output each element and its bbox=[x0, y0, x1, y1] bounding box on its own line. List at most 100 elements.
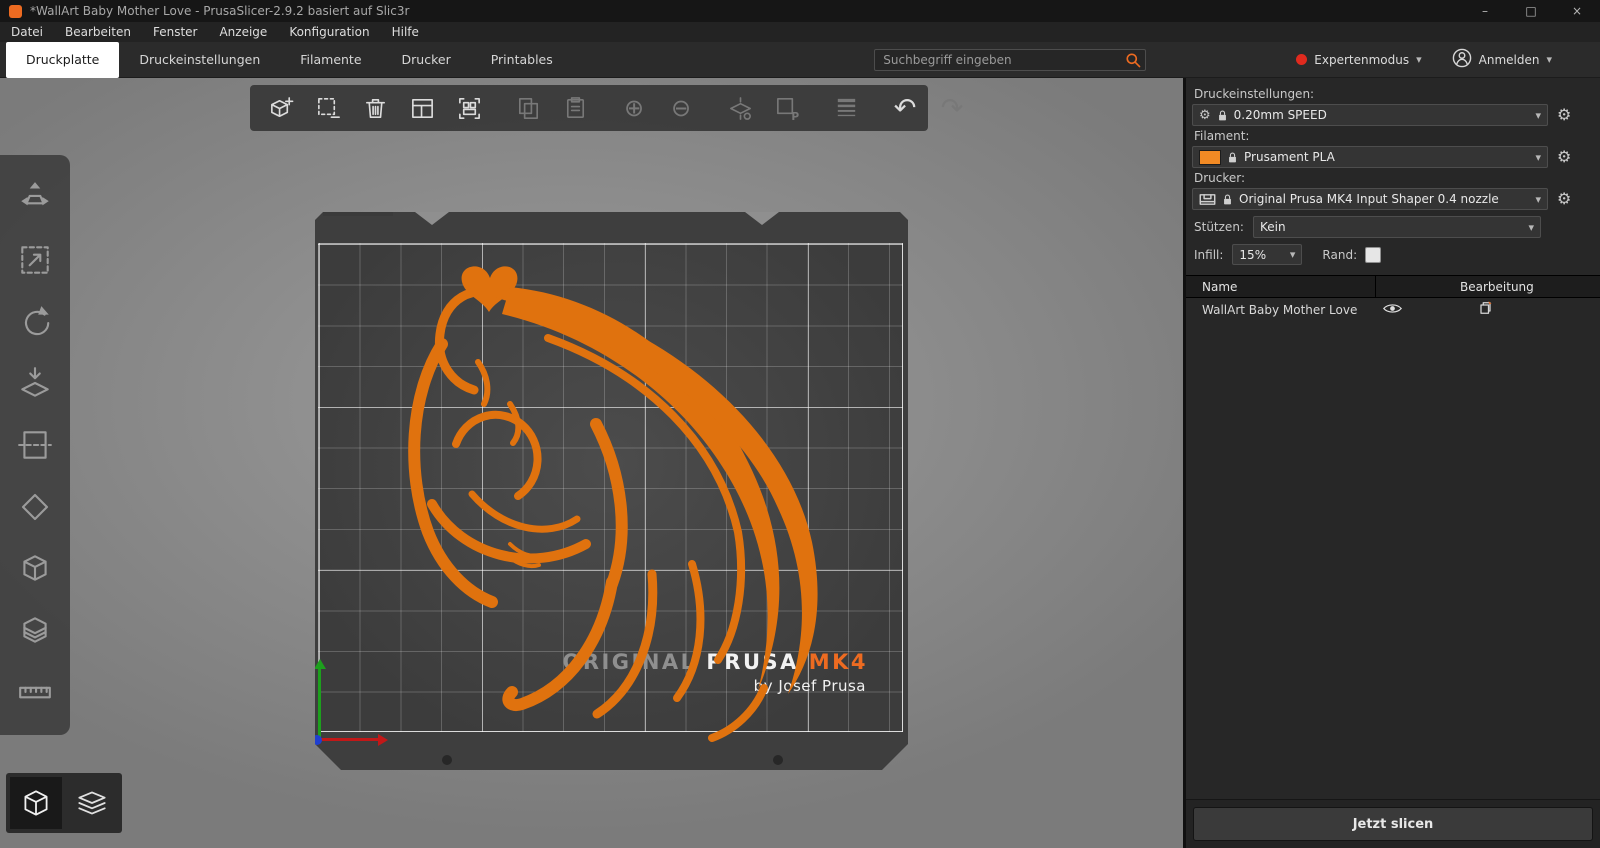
bed-screw-hole bbox=[442, 755, 452, 765]
redo-icon[interactable]: ↷ bbox=[937, 93, 967, 123]
lock-icon bbox=[1217, 109, 1228, 122]
delete-all-icon[interactable] bbox=[313, 93, 343, 123]
menu-item-hilfe[interactable]: Hilfe bbox=[381, 22, 430, 42]
mode-selector[interactable]: Expertenmodus ▾ bbox=[1296, 53, 1421, 67]
brim-label: Rand: bbox=[1322, 248, 1357, 262]
viewport-3d[interactable]: ⊕ ⊖ P ↶ ↷ bbox=[0, 78, 1183, 848]
login-label: Anmelden bbox=[1479, 53, 1540, 67]
view-mode-switch bbox=[6, 773, 122, 833]
split-objects-icon[interactable] bbox=[725, 93, 755, 123]
tab-filamente[interactable]: Filamente bbox=[280, 42, 381, 78]
chevron-down-icon: ▾ bbox=[1290, 248, 1296, 261]
menu-item-bearbeiten[interactable]: Bearbeiten bbox=[54, 22, 142, 42]
add-object-icon[interactable] bbox=[266, 93, 296, 123]
left-toolbar bbox=[0, 155, 70, 735]
expert-mode-dot-icon bbox=[1296, 54, 1307, 65]
scale-tool-icon[interactable] bbox=[15, 240, 55, 280]
rotate-tool-icon[interactable] bbox=[15, 301, 55, 341]
print-settings-preset-icon: ⚙ bbox=[1199, 109, 1211, 122]
prusaslicer-window: *WallArt Baby Mother Love - PrusaSlicer-… bbox=[0, 0, 1600, 848]
chevron-down-icon: ▾ bbox=[1535, 193, 1541, 206]
add-instance-icon[interactable]: ⊕ bbox=[619, 93, 649, 123]
cut-tool-icon[interactable] bbox=[15, 425, 55, 465]
printer-gear-button[interactable]: ⚙ bbox=[1557, 191, 1571, 207]
print-settings-combo[interactable]: ⚙ 0.20mm SPEED ▾ bbox=[1192, 104, 1548, 126]
paste-icon[interactable] bbox=[560, 93, 590, 123]
infill-label: Infill: bbox=[1194, 248, 1223, 262]
search-input[interactable] bbox=[874, 49, 1146, 71]
menu-item-datei[interactable]: Datei bbox=[0, 22, 54, 42]
delete-icon[interactable] bbox=[360, 93, 390, 123]
object-list-header: Name Bearbeitung bbox=[1186, 275, 1600, 298]
menu-item-anzeige[interactable]: Anzeige bbox=[208, 22, 278, 42]
print-settings-gear-button[interactable]: ⚙ bbox=[1557, 107, 1571, 123]
arrange-selection-icon[interactable] bbox=[454, 93, 484, 123]
lock-icon bbox=[1227, 151, 1238, 164]
chevron-down-icon: ▾ bbox=[1546, 53, 1552, 66]
close-button[interactable]: × bbox=[1554, 0, 1600, 22]
chevron-down-icon: ▾ bbox=[1535, 151, 1541, 164]
printer-label: Drucker: bbox=[1194, 171, 1592, 185]
arrange-icon[interactable] bbox=[407, 93, 437, 123]
tab-drucker[interactable]: Drucker bbox=[382, 42, 471, 78]
tab-druckplatte[interactable]: Druckplatte bbox=[6, 42, 119, 78]
place-on-face-tool-icon[interactable] bbox=[15, 363, 55, 403]
maximize-button[interactable]: □ bbox=[1508, 0, 1554, 22]
supports-label: Stützen: bbox=[1194, 220, 1244, 234]
bed-tab bbox=[323, 160, 393, 216]
search-box bbox=[874, 49, 1146, 71]
infill-combo[interactable]: 15% ▾ bbox=[1232, 244, 1302, 265]
preview-view-button[interactable] bbox=[66, 777, 118, 829]
object-list: Name Bearbeitung WallArt Baby Mother Lov… bbox=[1186, 275, 1600, 321]
visibility-eye-icon[interactable] bbox=[1383, 302, 1402, 318]
slice-button-area: Jetzt slicen bbox=[1186, 799, 1600, 848]
bed-notch bbox=[415, 212, 449, 225]
svg-text:P: P bbox=[791, 111, 799, 122]
chevron-down-icon: ▾ bbox=[1416, 53, 1422, 66]
tab-druckeinstellungen[interactable]: Druckeinstellungen bbox=[119, 42, 280, 78]
menu-item-fenster[interactable]: Fenster bbox=[142, 22, 209, 42]
support-paint-tool-icon[interactable] bbox=[15, 487, 55, 527]
tab-bar: Druckplatte Druckeinstellungen Filamente… bbox=[0, 42, 1600, 78]
remove-instance-icon[interactable]: ⊖ bbox=[666, 93, 696, 123]
filament-gear-button[interactable]: ⚙ bbox=[1557, 149, 1571, 165]
minimize-button[interactable]: – bbox=[1462, 0, 1508, 22]
print-settings-label: Druckeinstellungen: bbox=[1194, 87, 1592, 101]
model-object[interactable] bbox=[360, 242, 875, 742]
supports-combo[interactable]: Kein ▾ bbox=[1253, 216, 1541, 238]
variable-layer-height-icon[interactable] bbox=[831, 93, 861, 123]
paint-tool-icon[interactable] bbox=[15, 548, 55, 588]
print-bed: ORIGINAL PRUSA MK4 by Josef Prusa bbox=[315, 212, 908, 770]
search-icon[interactable] bbox=[1124, 51, 1142, 72]
user-icon bbox=[1452, 48, 1472, 71]
object-list-row[interactable]: WallArt Baby Mother Love bbox=[1186, 298, 1600, 321]
filament-label: Filament: bbox=[1194, 129, 1592, 143]
layers-cube-tool-icon[interactable] bbox=[15, 610, 55, 650]
infill-value: 15% bbox=[1239, 248, 1283, 262]
chevron-down-icon: ▾ bbox=[1528, 221, 1534, 234]
copy-icon[interactable] bbox=[513, 93, 543, 123]
move-tool-icon[interactable] bbox=[15, 178, 55, 218]
edit-object-icon[interactable] bbox=[1478, 300, 1493, 319]
measure-tool-icon[interactable] bbox=[15, 672, 55, 712]
app-logo-icon bbox=[9, 5, 22, 18]
bed-screw-hole bbox=[773, 755, 783, 765]
window-title: *WallArt Baby Mother Love - PrusaSlicer-… bbox=[30, 4, 1462, 18]
supports-value: Kein bbox=[1260, 220, 1523, 234]
split-parts-icon[interactable]: P bbox=[772, 93, 802, 123]
print-settings-value: 0.20mm SPEED bbox=[1234, 108, 1530, 122]
edit-column-header: Bearbeitung bbox=[1376, 280, 1534, 294]
mode-label: Expertenmodus bbox=[1314, 53, 1409, 67]
filament-combo[interactable]: Prusament PLA ▾ bbox=[1192, 146, 1548, 168]
undo-icon[interactable]: ↶ bbox=[890, 93, 920, 123]
menu-item-konfiguration[interactable]: Konfiguration bbox=[278, 22, 380, 42]
login-button[interactable]: Anmelden ▾ bbox=[1452, 48, 1552, 71]
editor-view-button[interactable] bbox=[10, 777, 62, 829]
chevron-down-icon: ▾ bbox=[1535, 109, 1541, 122]
printer-combo[interactable]: Original Prusa MK4 Input Shaper 0.4 nozz… bbox=[1192, 188, 1548, 210]
brim-checkbox[interactable] bbox=[1365, 247, 1381, 263]
tab-printables[interactable]: Printables bbox=[471, 42, 573, 78]
slice-now-button[interactable]: Jetzt slicen bbox=[1193, 807, 1593, 841]
sidebar: Druckeinstellungen: ⚙ 0.20mm SPEED ▾ ⚙ F… bbox=[1183, 78, 1600, 848]
object-name: WallArt Baby Mother Love bbox=[1186, 303, 1375, 317]
